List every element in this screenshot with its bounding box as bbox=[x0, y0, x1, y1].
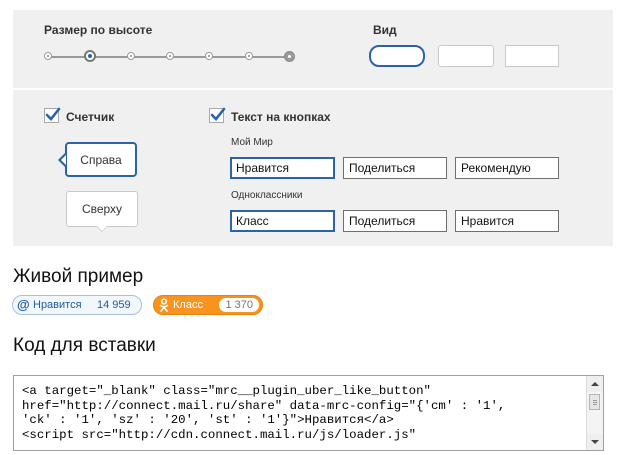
mail-like-button[interactable]: @ Нравится 14 959 bbox=[12, 295, 142, 315]
slider-stop-1[interactable] bbox=[44, 52, 52, 60]
counter-checkbox[interactable] bbox=[44, 107, 61, 123]
moi-mir-option-2[interactable]: Поделиться bbox=[343, 157, 447, 179]
mail-like-count: 14 959 bbox=[97, 299, 131, 311]
moi-mir-label: Мой Мир bbox=[231, 137, 273, 148]
live-example-title: Живой пример bbox=[13, 266, 144, 287]
view-option-square[interactable] bbox=[505, 45, 559, 67]
slider-stop-7[interactable] bbox=[284, 51, 295, 62]
arrow-up-icon bbox=[591, 382, 599, 386]
counter-position-top[interactable]: Сверху bbox=[66, 191, 138, 227]
button-text-checkbox[interactable] bbox=[209, 107, 226, 123]
ok-class-label: Класс bbox=[173, 299, 203, 311]
checkmark-icon bbox=[45, 107, 61, 121]
thumb-grip-line bbox=[593, 400, 597, 401]
odnoklassniki-label: Одноклассники bbox=[231, 190, 303, 201]
embed-code-text[interactable]: <a target="_blank" class="mrc__plugin_ub… bbox=[22, 384, 505, 442]
slider-stop-6[interactable] bbox=[245, 52, 253, 60]
moi-mir-option-1[interactable]: Нравится bbox=[230, 157, 335, 179]
ok-class-button[interactable]: Класс 1 370 bbox=[153, 295, 263, 315]
button-text-label: Текст на кнопках bbox=[231, 110, 331, 124]
position-right-pointer-inner bbox=[61, 155, 66, 165]
odnoklassniki-option-3[interactable]: Нравится bbox=[455, 210, 559, 232]
position-top-pointer-inner bbox=[97, 226, 107, 231]
view-label: Вид bbox=[373, 23, 397, 37]
odnoklassniki-icon bbox=[159, 298, 169, 312]
code-scrollbar[interactable] bbox=[586, 376, 603, 450]
odnoklassniki-option-2[interactable]: Поделиться bbox=[343, 210, 447, 232]
scroll-down-button[interactable] bbox=[587, 434, 603, 450]
slider-stop-5[interactable] bbox=[205, 52, 213, 60]
scroll-thumb[interactable] bbox=[589, 394, 600, 410]
embed-code-textarea[interactable]: <a target="_blank" class="mrc__plugin_ub… bbox=[13, 375, 604, 451]
slider-stop-3[interactable] bbox=[127, 52, 135, 60]
view-option-rounded[interactable] bbox=[369, 45, 425, 67]
view-option-square-rounded[interactable] bbox=[438, 45, 494, 67]
ok-class-count: 1 370 bbox=[219, 298, 259, 312]
checkmark-icon bbox=[210, 107, 226, 121]
thumb-grip-line bbox=[593, 402, 597, 403]
counter-position-right[interactable]: Справа bbox=[65, 142, 137, 177]
counter-label: Счетчик bbox=[66, 110, 115, 124]
size-label: Размер по высоте bbox=[44, 23, 153, 37]
thumb-grip-line bbox=[593, 404, 597, 405]
mail-at-icon: @ bbox=[17, 297, 30, 312]
slider-stop-4[interactable] bbox=[166, 52, 174, 60]
scroll-up-button[interactable] bbox=[587, 376, 603, 392]
embed-code-title: Код для вставки bbox=[13, 335, 156, 356]
odnoklassniki-option-1[interactable]: Класс bbox=[230, 210, 335, 232]
moi-mir-option-3[interactable]: Рекомендую bbox=[455, 157, 559, 179]
slider-stop-2-selected[interactable] bbox=[84, 50, 96, 62]
arrow-down-icon bbox=[591, 440, 599, 444]
mail-like-label: Нравится bbox=[33, 299, 82, 311]
